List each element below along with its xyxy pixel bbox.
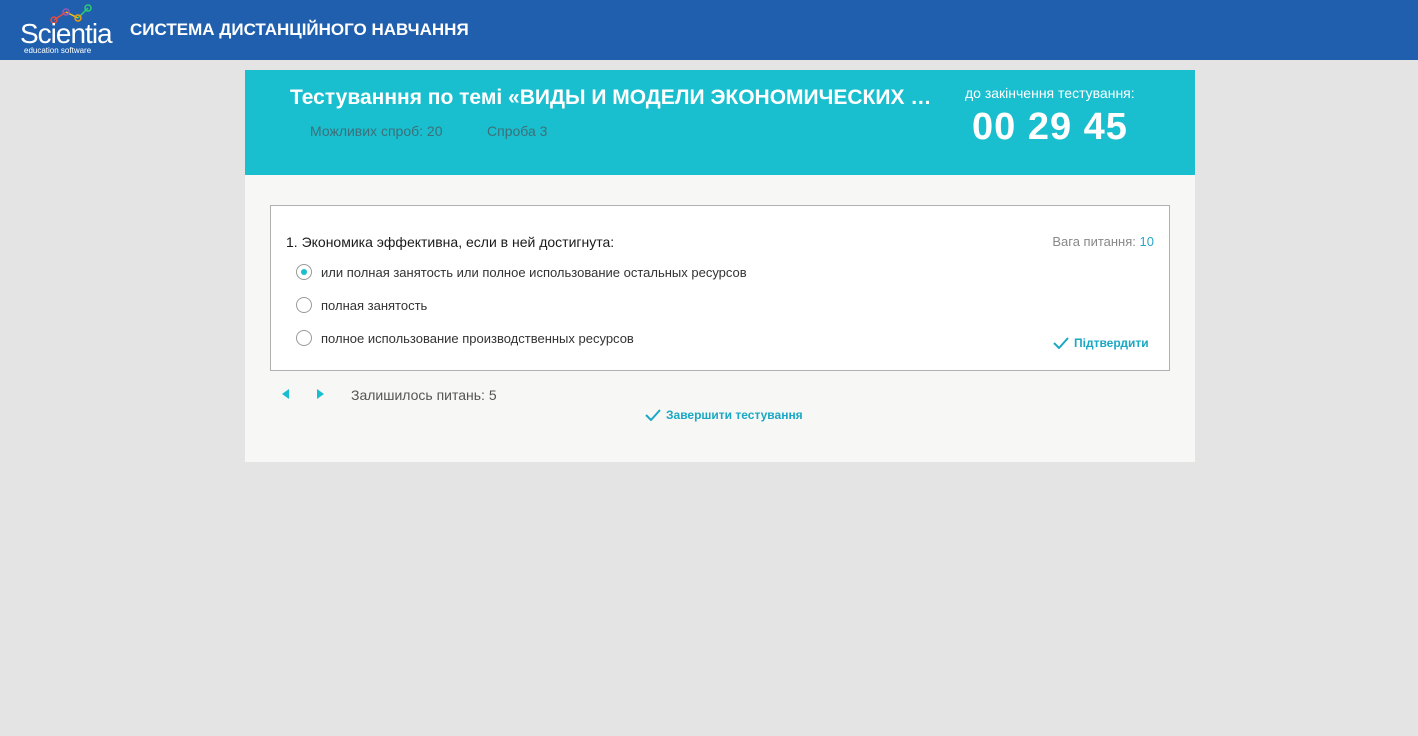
test-card: Тестуванння по темі «ВИДЫ И МОДЕЛИ ЭКОНО…	[245, 70, 1195, 462]
answer-option-label: полное использование производственных ре…	[321, 330, 634, 346]
confirm-button[interactable]: Підтвердити	[1053, 336, 1149, 350]
countdown-timer: 00 29 45	[972, 106, 1128, 148]
radio-button-checked[interactable]	[296, 264, 312, 280]
question-box: 1. Экономика эффективна, если в ней дост…	[270, 205, 1170, 371]
radio-button[interactable]	[296, 330, 312, 346]
answer-option[interactable]: полная занятость	[296, 295, 427, 315]
triangle-left-icon[interactable]	[279, 387, 293, 401]
answer-option[interactable]: полное использование производственных ре…	[296, 328, 634, 348]
attempts-allowed: Можливих спроб: 20	[310, 123, 443, 139]
check-icon	[1053, 337, 1069, 349]
top-bar: Scientia education software СИСТЕМА ДИСТ…	[0, 0, 1418, 60]
current-attempt: Спроба 3	[487, 123, 548, 139]
confirm-label: Підтвердити	[1074, 336, 1149, 350]
triangle-right-icon[interactable]	[313, 387, 327, 401]
question-weight-value: 10	[1139, 234, 1154, 249]
question-weight-label: Вага питання:	[1052, 234, 1136, 249]
check-icon	[645, 409, 661, 421]
question-weight: Вага питання: 10	[1052, 234, 1154, 249]
system-title: СИСТЕМА ДИСТАНЦІЙНОГО НАВЧАННЯ	[130, 20, 469, 39]
timer-label: до закінчення тестування:	[965, 85, 1135, 101]
answer-option-label: или полная занятость или полное использо…	[321, 264, 747, 280]
logo-subtext: education software	[24, 46, 92, 55]
test-header: Тестуванння по темі «ВИДЫ И МОДЕЛИ ЭКОНО…	[245, 70, 1195, 175]
finish-test-button[interactable]: Завершити тестування	[645, 408, 803, 422]
questions-remaining: Залишилось питань: 5	[351, 387, 497, 403]
answer-option-label: полная занятость	[321, 297, 428, 313]
test-title: Тестуванння по темі «ВИДЫ И МОДЕЛИ ЭКОНО…	[290, 86, 940, 109]
answer-option[interactable]: или полная занятость или полное использо…	[296, 262, 747, 282]
scientia-logo[interactable]: Scientia education software	[14, 4, 114, 58]
question-text: 1. Экономика эффективна, если в ней дост…	[286, 234, 615, 250]
finish-test-label: Завершити тестування	[666, 408, 803, 422]
radio-button[interactable]	[296, 297, 312, 313]
